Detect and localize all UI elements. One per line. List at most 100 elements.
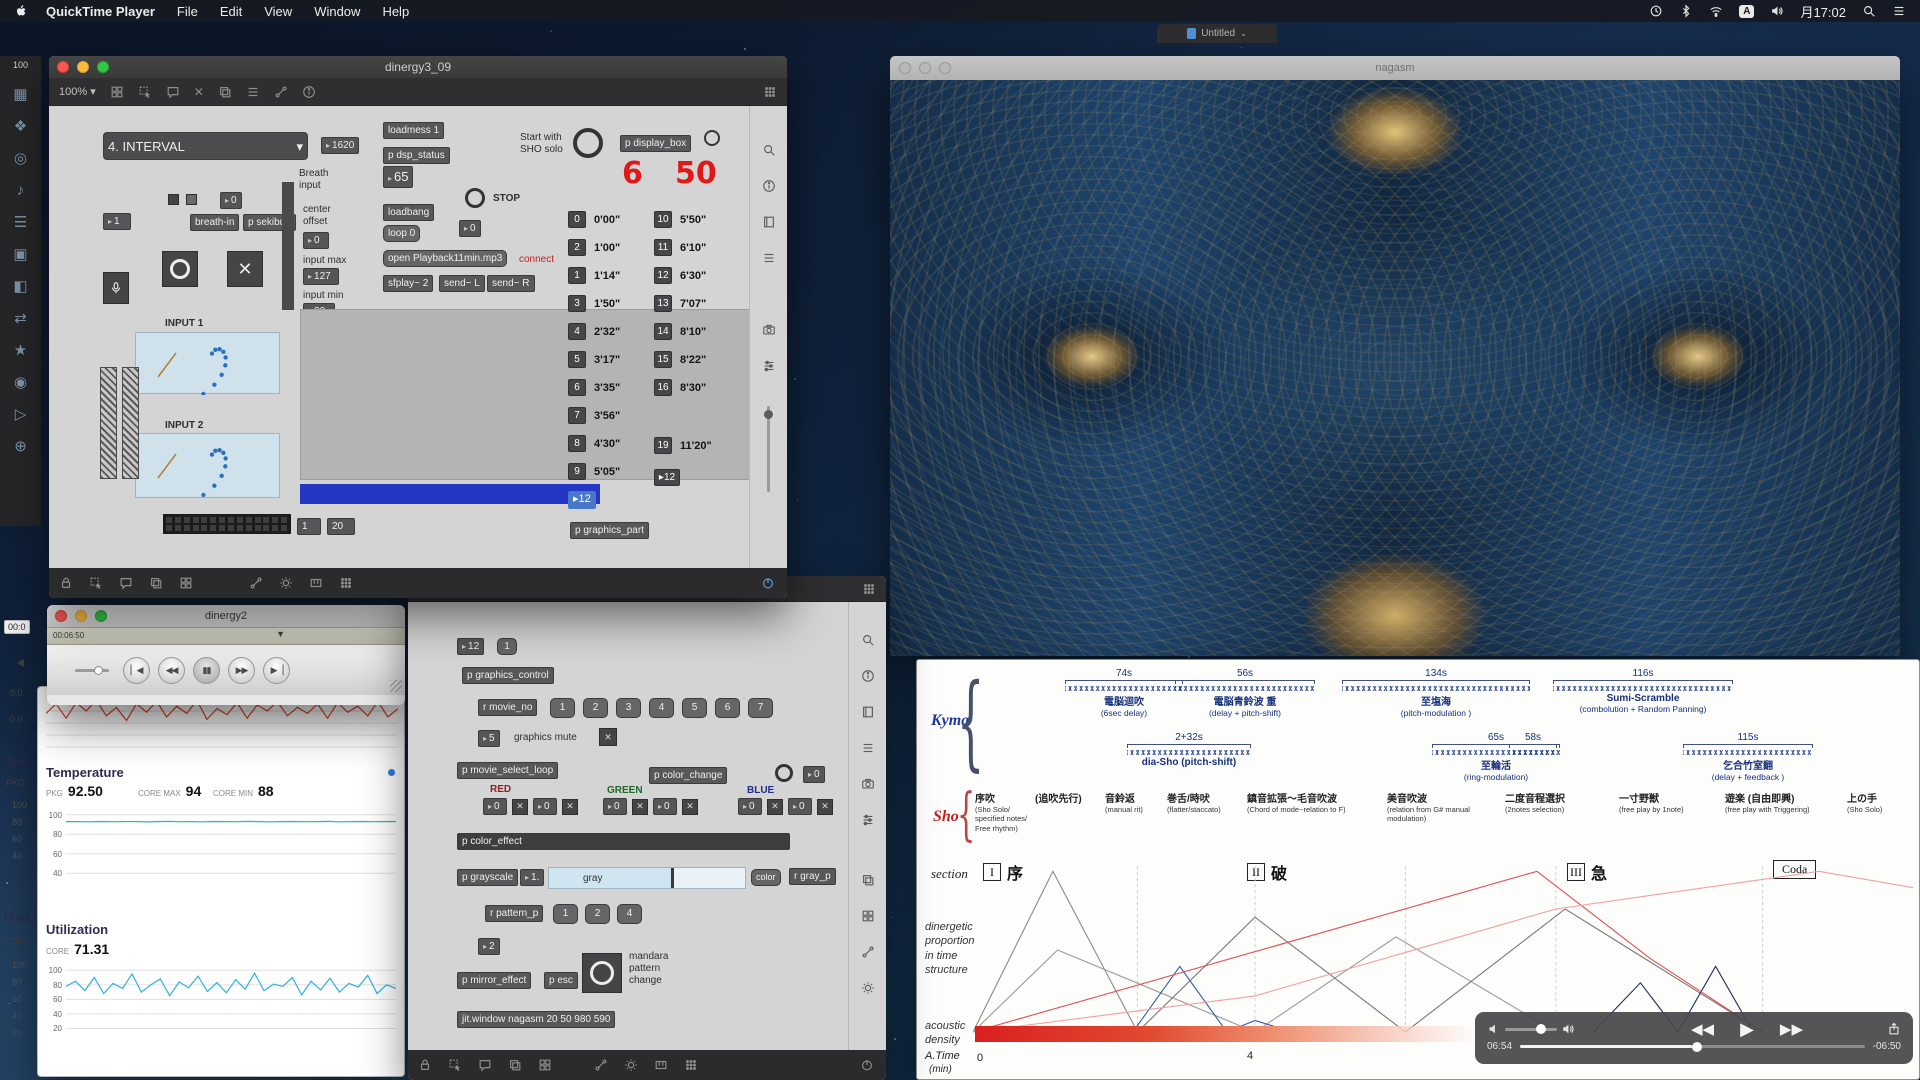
small-cue-number[interactable]: ▸12 xyxy=(654,469,680,486)
mini-toggle[interactable] xyxy=(168,194,179,205)
share-icon[interactable] xyxy=(1887,1022,1901,1036)
untitled-window-tab[interactable]: Untitled ⌄ xyxy=(1157,24,1277,43)
loop-message[interactable]: loop 0 xyxy=(383,225,420,242)
palette-icon[interactable]: ◉ xyxy=(14,366,27,398)
search-icon[interactable] xyxy=(762,132,776,168)
cue-number-box[interactable]: 5 xyxy=(568,351,586,368)
presentation-icon[interactable] xyxy=(246,85,260,99)
cue-number-box[interactable]: 16 xyxy=(654,379,672,396)
rgb-number-box[interactable]: ▸0 xyxy=(603,798,627,815)
grid-toggle-icon[interactable] xyxy=(763,85,777,99)
volume-icon[interactable] xyxy=(57,663,71,677)
display-toggle[interactable] xyxy=(704,130,720,146)
select-icon[interactable] xyxy=(89,576,103,590)
cue-number-box[interactable]: 19 xyxy=(654,437,672,454)
cue-number-box[interactable]: 6 xyxy=(568,379,586,396)
time-machine-icon[interactable] xyxy=(1649,4,1663,18)
cancel-toggle[interactable]: ✕ xyxy=(227,251,263,287)
send-r-object[interactable]: send~ R xyxy=(487,275,535,292)
color-message[interactable]: color xyxy=(751,869,781,886)
movie-select-loop-object[interactable]: p movie_select_loop xyxy=(457,762,558,779)
snapshot-icon[interactable] xyxy=(861,766,875,802)
patcher-canvas-2[interactable]: ▸12 1 p graphics_control r movie_no 1234… xyxy=(408,602,848,1050)
cue-number-box[interactable]: 1 xyxy=(568,267,586,284)
progress-knob[interactable] xyxy=(1692,1042,1702,1052)
qt-volume-slider[interactable] xyxy=(75,669,109,672)
number-box-5[interactable]: ▸5 xyxy=(478,730,500,747)
grid-icon[interactable] xyxy=(538,1058,552,1072)
mandara-bang[interactable] xyxy=(582,953,622,993)
breath-fader[interactable] xyxy=(282,182,294,310)
start-toggle[interactable] xyxy=(573,128,603,158)
preset-number-1[interactable]: 1 xyxy=(297,518,321,535)
cue-number-box[interactable]: 8 xyxy=(568,435,586,452)
input1-meter-panel[interactable] xyxy=(135,332,280,394)
gray-p-object[interactable]: r gray_p xyxy=(789,868,836,885)
pause-button[interactable]: ▮▮ xyxy=(193,657,220,684)
rgb-toggle[interactable]: ✕ xyxy=(512,799,528,815)
message-1[interactable]: 1 xyxy=(497,638,517,655)
cue-number-box[interactable]: 3 xyxy=(568,295,586,312)
pattern-p-object[interactable]: r pattern_p xyxy=(485,905,543,922)
volume-knob[interactable] xyxy=(1536,1024,1546,1034)
palette-icon[interactable]: ★ xyxy=(14,334,27,366)
graphics-part-object[interactable]: p graphics_part xyxy=(570,522,649,539)
tools-icon[interactable] xyxy=(861,970,875,1006)
cue-number-box[interactable]: 14 xyxy=(654,323,672,340)
interval-dropdown[interactable]: 4. INTERVAL▾ xyxy=(103,132,308,160)
skip-start-button[interactable]: ▏◀ xyxy=(123,657,150,684)
cue-number-box[interactable]: 10 xyxy=(654,211,672,228)
color-change-object[interactable]: p color_change xyxy=(649,767,727,784)
matrix-icon[interactable] xyxy=(684,1058,698,1072)
palette-icon[interactable]: ☰ xyxy=(14,206,27,238)
menu-item-help[interactable]: Help xyxy=(382,4,409,19)
open-message[interactable]: open Playback11min.mp3 xyxy=(383,250,507,267)
cue-number-box[interactable]: 13 xyxy=(654,295,672,312)
resize-handle[interactable] xyxy=(390,680,402,692)
matrix-icon[interactable] xyxy=(339,576,353,590)
video-window-titlebar[interactable]: nagasm xyxy=(890,56,1900,80)
menu-item-file[interactable]: File xyxy=(177,4,198,19)
cue-number-box[interactable]: 15 xyxy=(654,351,672,368)
rgb-number-box[interactable]: ▸0 xyxy=(483,798,507,815)
gray-slider-knob[interactable] xyxy=(671,868,674,888)
zoom-level[interactable]: 100% ▾ xyxy=(59,85,96,98)
forward-button[interactable]: ▶▶ xyxy=(228,657,255,684)
help-icon[interactable] xyxy=(302,85,316,99)
menu-item-edit[interactable]: Edit xyxy=(220,4,242,19)
esc-object[interactable]: p esc xyxy=(544,972,578,989)
cue-number-box[interactable]: 7 xyxy=(568,407,586,424)
cue-number-box[interactable]: 0 xyxy=(568,211,586,228)
movie-number-message[interactable]: 6 xyxy=(715,698,740,718)
reference-icon[interactable] xyxy=(762,204,776,240)
active-cue-number[interactable]: ▸12 xyxy=(568,491,596,509)
qt-timeline[interactable]: 00:06:50 ▼ xyxy=(47,627,405,645)
loadbang-object[interactable]: loadbang xyxy=(383,204,434,221)
snapshot-icon[interactable] xyxy=(762,312,776,348)
keyboard-icon[interactable] xyxy=(654,1058,668,1072)
info-icon[interactable] xyxy=(762,168,776,204)
power-icon[interactable] xyxy=(761,576,775,590)
gain-fader-1[interactable] xyxy=(100,367,117,479)
console-icon[interactable] xyxy=(478,1058,492,1072)
spotlight-icon[interactable] xyxy=(1862,4,1876,18)
cue-number-box[interactable]: 12 xyxy=(654,267,672,284)
volume-slider[interactable] xyxy=(1505,1028,1557,1031)
notification-center-icon[interactable] xyxy=(1892,4,1906,18)
cue-number-box[interactable]: 4 xyxy=(568,323,586,340)
palette-icon[interactable]: ♪ xyxy=(17,174,25,206)
input-max-number[interactable]: ▸127 xyxy=(303,268,339,285)
palette-icon[interactable]: ❖ xyxy=(14,110,27,142)
color-bang[interactable] xyxy=(775,764,793,782)
rgb-number-box[interactable]: ▸0 xyxy=(788,798,812,815)
lock-icon[interactable] xyxy=(418,1058,432,1072)
cue-number-box[interactable]: 2 xyxy=(568,239,586,256)
mini-toggle[interactable] xyxy=(186,194,197,205)
grid-toggle-icon[interactable] xyxy=(862,582,876,596)
close-patch-icon[interactable]: ✕ xyxy=(194,85,204,99)
pattern-number-message[interactable]: 1 xyxy=(553,904,578,924)
probe-icon[interactable] xyxy=(274,85,288,99)
keyboard-icon[interactable] xyxy=(309,576,323,590)
number-box-left[interactable]: ▸1 xyxy=(103,213,131,230)
palette-icon[interactable]: ▦ xyxy=(13,78,27,110)
